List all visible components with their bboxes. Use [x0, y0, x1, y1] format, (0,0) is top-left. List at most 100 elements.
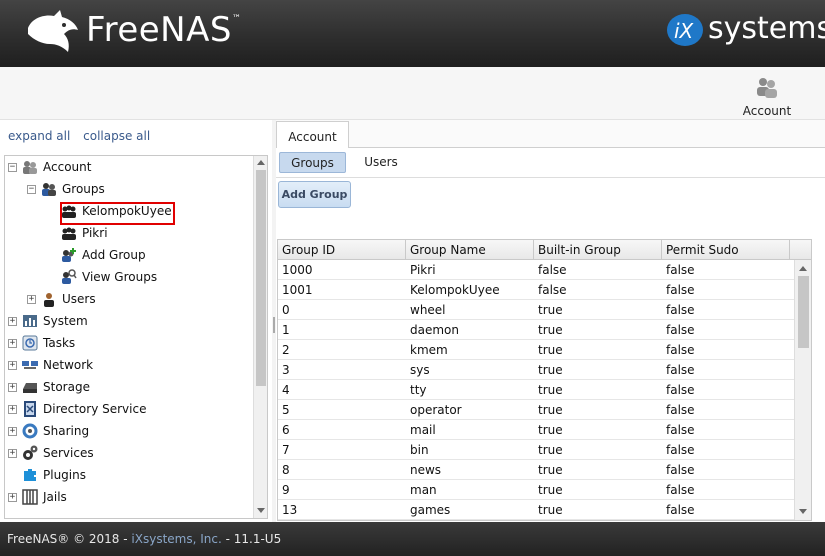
expand-toggle[interactable]: +: [8, 492, 17, 502]
network-icon: [22, 361, 38, 369]
user-icon: [44, 293, 54, 307]
tree-item-label: Account: [43, 160, 92, 174]
footer-version: - 11.1-U5: [221, 532, 282, 546]
tree-item-view-groups[interactable]: View Groups: [61, 267, 157, 287]
cell-permit-sudo: false: [666, 383, 695, 397]
jails-icon: [22, 489, 38, 505]
tab-users[interactable]: Users: [356, 152, 406, 173]
table-row[interactable]: 2 kmem true false: [278, 340, 794, 360]
tree-item-label: Groups: [62, 182, 105, 196]
tab-account[interactable]: Account: [276, 121, 349, 149]
navigation-panel: expand all collapse all − Account − Grou…: [0, 120, 272, 522]
cell-group-id: 1001: [282, 283, 313, 297]
tree-item-storage[interactable]: + Storage: [8, 377, 90, 397]
cell-group-name: KelompokUyee: [410, 283, 500, 297]
add-group-button[interactable]: Add Group: [278, 181, 351, 208]
ixsystems-logo-mark: iX: [667, 14, 703, 46]
tree-item-system[interactable]: + System: [8, 311, 88, 331]
column-header-builtin-group[interactable]: Built-in Group: [534, 240, 662, 260]
expand-toggle[interactable]: +: [8, 448, 17, 458]
cell-builtin-group: true: [538, 463, 563, 477]
table-row[interactable]: 6 mail true false: [278, 420, 794, 440]
add-group-icon: [62, 248, 76, 262]
navigation-tree: − Account − Groups KelompokUyee Pikri Ad…: [4, 155, 268, 519]
tree-item-pikri[interactable]: Pikri: [61, 223, 108, 243]
tree-item-directory-service[interactable]: + Directory Service: [8, 399, 146, 419]
account-icon: [23, 161, 37, 174]
tree-item-add-group[interactable]: Add Group: [61, 245, 146, 265]
cell-group-name: bin: [410, 443, 429, 457]
column-header-permit-sudo[interactable]: Permit Sudo: [662, 240, 790, 260]
expand-toggle[interactable]: +: [8, 404, 17, 414]
cell-builtin-group: false: [538, 283, 567, 297]
expand-all-link[interactable]: expand all: [8, 129, 70, 143]
cell-builtin-group: true: [538, 343, 563, 357]
cell-permit-sudo: false: [666, 343, 695, 357]
tree-item-sharing[interactable]: + Sharing: [8, 421, 89, 441]
cell-group-name: sys: [410, 363, 430, 377]
expand-toggle[interactable]: +: [8, 316, 17, 326]
cell-group-id: 3: [282, 363, 290, 377]
scroll-up-arrow-icon[interactable]: [257, 160, 265, 165]
tree-item-tasks[interactable]: + Tasks: [8, 333, 75, 353]
cell-group-name: mail: [410, 423, 436, 437]
tree-item-plugins[interactable]: Plugins: [22, 465, 86, 485]
table-row[interactable]: 3 sys true false: [278, 360, 794, 380]
splitter-grip-icon[interactable]: [273, 317, 275, 333]
table-row[interactable]: 1 daemon true false: [278, 320, 794, 340]
sub-tab-bar: Groups Users: [276, 148, 825, 178]
table-scroll-thumb[interactable]: [798, 276, 809, 348]
table-row[interactable]: 13 games true false: [278, 500, 794, 520]
table-row[interactable]: 1001 KelompokUyee false false: [278, 280, 794, 300]
scroll-down-arrow-icon[interactable]: [257, 508, 265, 513]
table-row[interactable]: 8 news true false: [278, 460, 794, 480]
cell-group-id: 8: [282, 463, 290, 477]
table-row[interactable]: 4 tty true false: [278, 380, 794, 400]
cell-permit-sudo: false: [666, 323, 695, 337]
table-scrollbar[interactable]: [794, 260, 811, 520]
cell-group-id: 4: [282, 383, 290, 397]
account-users-icon: [757, 78, 777, 98]
expand-toggle[interactable]: +: [8, 382, 17, 392]
tab-groups[interactable]: Groups: [279, 152, 346, 173]
app-header: FreeNAS™ iX systems®: [0, 0, 825, 67]
top-toolbar: Account: [0, 67, 825, 120]
table-row[interactable]: 7 bin true false: [278, 440, 794, 460]
collapse-toggle[interactable]: −: [8, 162, 17, 172]
account-button[interactable]: Account: [738, 73, 796, 118]
tree-scrollbar[interactable]: [253, 156, 267, 518]
cell-builtin-group: true: [538, 363, 563, 377]
expand-toggle[interactable]: +: [8, 360, 17, 370]
tree-item-network[interactable]: + Network: [8, 355, 93, 375]
collapse-all-link[interactable]: collapse all: [83, 129, 150, 143]
tree-item-label: Jails: [43, 490, 67, 504]
table-row[interactable]: 0 wheel true false: [278, 300, 794, 320]
cell-group-id: 13: [282, 503, 298, 517]
column-header-group-id[interactable]: Group ID: [278, 240, 406, 260]
expand-toggle[interactable]: +: [27, 294, 36, 304]
expand-toggle[interactable]: +: [8, 338, 17, 348]
table-row[interactable]: 1000 Pikri false false: [278, 260, 794, 280]
scroll-up-arrow-icon[interactable]: [799, 266, 807, 271]
table-row[interactable]: 5 operator true false: [278, 400, 794, 420]
expand-toggle[interactable]: +: [8, 426, 17, 436]
tree-scroll-thumb[interactable]: [256, 170, 266, 386]
column-header-group-name[interactable]: Group Name: [406, 240, 534, 260]
cell-group-name: wheel: [410, 303, 446, 317]
directory-service-icon: [24, 401, 36, 417]
tree-item-account[interactable]: − Account: [8, 157, 91, 177]
tree-item-label: Directory Service: [43, 402, 147, 416]
cell-group-id: 1: [282, 323, 290, 337]
account-button-label: Account: [742, 104, 792, 118]
tree-item-jails[interactable]: + Jails: [8, 487, 67, 507]
scroll-down-arrow-icon[interactable]: [799, 509, 807, 514]
collapse-toggle[interactable]: −: [27, 184, 36, 194]
table-row[interactable]: 9 man true false: [278, 480, 794, 500]
freenas-title: FreeNAS™: [86, 10, 242, 50]
cell-group-id: 1000: [282, 263, 313, 277]
footer-vendor-link[interactable]: iXsystems, Inc.: [131, 532, 221, 546]
tree-item-services[interactable]: + Services: [8, 443, 94, 463]
tree-item-groups[interactable]: − Groups: [27, 179, 105, 199]
tree-item-users[interactable]: + Users: [27, 289, 96, 309]
cell-group-name: operator: [410, 403, 462, 417]
